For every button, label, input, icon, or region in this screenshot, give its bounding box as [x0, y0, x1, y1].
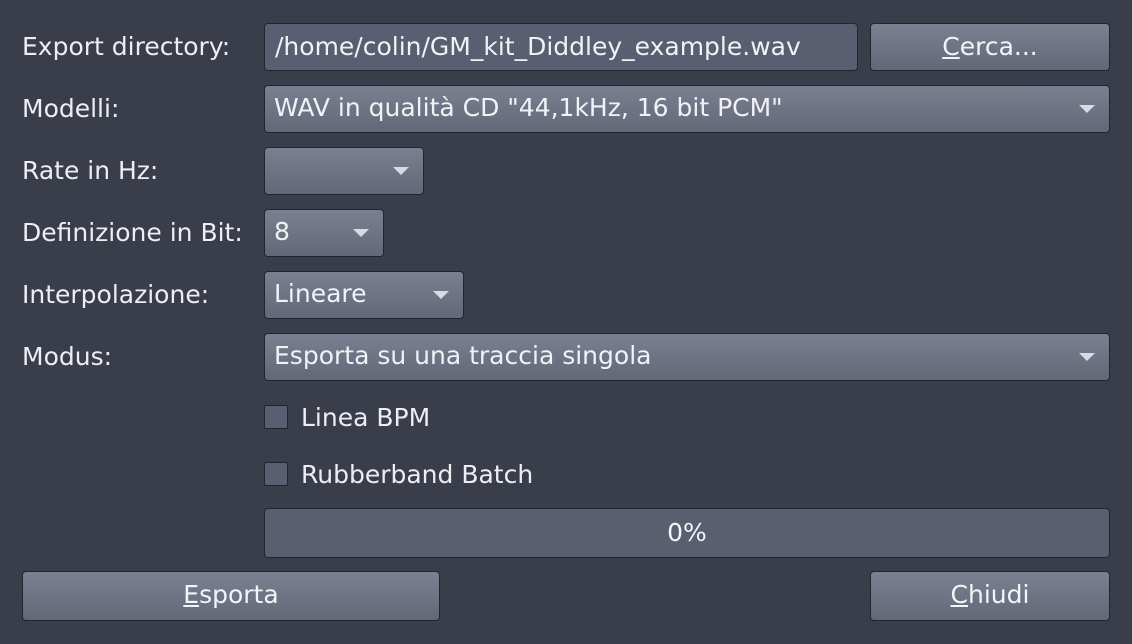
close-button[interactable]: Chiudi [870, 571, 1110, 621]
rubberband-batch-option[interactable]: Rubberband Batch [264, 459, 533, 489]
export-path-input[interactable]: /home/colin/GM_kit_Diddley_example.wav [264, 23, 858, 71]
export-button-mnemonic: E [183, 580, 200, 609]
sample-rate-label: Rate in Hz: [22, 156, 159, 185]
chevron-down-icon [353, 229, 369, 237]
chevron-down-icon [1079, 353, 1095, 361]
chevron-down-icon [433, 291, 449, 299]
rubberband-batch-checkbox[interactable] [264, 462, 288, 486]
interpolation-combo-value: Lineare [274, 279, 367, 308]
mode-label: Modus: [22, 342, 113, 371]
mode-combo-value: Esporta su una traccia singola [274, 341, 652, 370]
sample-rate-combo[interactable] [264, 147, 424, 195]
export-button[interactable]: Esporta [22, 571, 440, 621]
export-directory-label: Export directory: [22, 32, 231, 61]
close-button-label: hiudi [968, 580, 1030, 609]
mode-combo[interactable]: Esporta su una traccia singola [264, 333, 1110, 381]
export-button-label: sporta [199, 580, 279, 609]
chevron-down-icon [1079, 105, 1095, 113]
bit-depth-label: Definizione in Bit: [22, 218, 243, 247]
browse-button-label: erca... [959, 32, 1038, 61]
browse-button[interactable]: Cerca... [870, 23, 1110, 71]
templates-combo[interactable]: WAV in qualità CD "44,1kHz, 16 bit PCM" [264, 85, 1110, 133]
bpm-line-option[interactable]: Linea BPM [264, 402, 430, 432]
templates-label: Modelli: [22, 94, 120, 123]
interpolation-combo[interactable]: Lineare [264, 271, 464, 319]
chevron-down-icon [393, 167, 409, 175]
rubberband-batch-label: Rubberband Batch [301, 459, 534, 489]
templates-combo-value: WAV in qualità CD "44,1kHz, 16 bit PCM" [274, 93, 783, 122]
progress-text: 0% [667, 518, 707, 547]
bit-depth-combo[interactable]: 8 [264, 209, 384, 257]
bpm-line-checkbox[interactable] [264, 405, 288, 429]
close-button-mnemonic: C [950, 580, 968, 609]
bpm-line-label: Linea BPM [301, 402, 431, 432]
browse-button-mnemonic: C [942, 32, 960, 61]
bit-depth-combo-value: 8 [274, 217, 290, 246]
export-progress-bar: 0% [264, 508, 1110, 558]
export-song-dialog: Export directory: /home/colin/GM_kit_Did… [0, 0, 1132, 644]
interpolation-label: Interpolazione: [22, 280, 210, 309]
